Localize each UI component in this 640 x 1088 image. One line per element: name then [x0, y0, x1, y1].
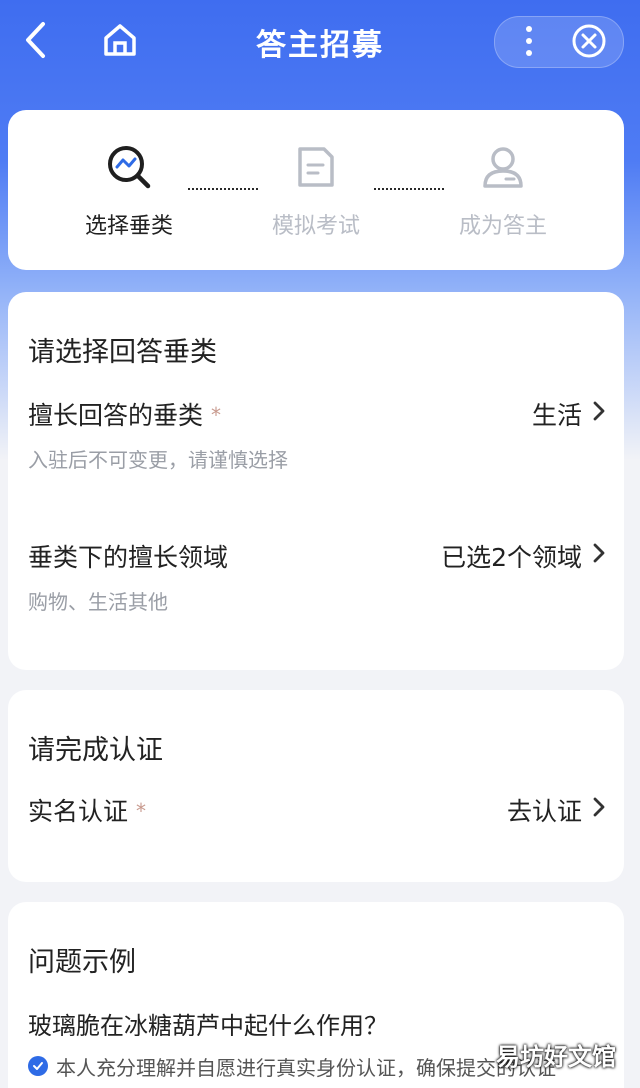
step-label: 选择垂类: [84, 214, 173, 239]
nav-bar: 答主招募: [0, 0, 640, 84]
step-select-category: 选择垂类: [29, 110, 229, 270]
required-mark: *: [211, 403, 222, 427]
close-button[interactable]: [569, 21, 609, 61]
section-title: 问题示例: [28, 947, 136, 978]
agreement-checkbox[interactable]: [28, 1056, 48, 1076]
step-mock-exam: 模拟考试: [216, 110, 416, 270]
step-become-answerer: 成为答主: [403, 110, 603, 270]
more-button[interactable]: [509, 21, 549, 61]
close-circle-icon: [572, 24, 606, 58]
step-label: 模拟考试: [271, 214, 360, 239]
chevron-right-icon: [593, 401, 605, 421]
row-value: 已选2个领域: [441, 543, 582, 572]
auth-card: 请完成认证 实名认证 * 去认证: [8, 690, 624, 882]
row-hint: 入驻后不可变更，请谨慎选择: [28, 448, 288, 472]
watermark: 易坊好文馆: [496, 1043, 616, 1071]
step-label: 成为答主: [458, 214, 547, 239]
more-vertical-icon: [526, 26, 532, 56]
document-icon: [291, 142, 341, 192]
row-label: 实名认证: [28, 797, 129, 826]
row-label: 擅长回答的垂类: [28, 401, 204, 430]
check-icon: [33, 1062, 43, 1070]
chevron-right-icon: [593, 543, 605, 563]
section-title: 请选择回答垂类: [28, 337, 217, 368]
category-card: 请选择回答垂类 擅长回答的垂类 * 生活 入驻后不可变更，请谨慎选择 垂类下的擅长…: [8, 292, 624, 670]
row-hint: 购物、生活其他: [28, 590, 168, 614]
search-chart-icon: [104, 142, 154, 192]
row-value: 去认证: [506, 797, 582, 826]
progress-steps: 选择垂类 模拟考试 成为答主: [8, 110, 624, 270]
mini-program-capsule: [494, 16, 624, 68]
row-label: 垂类下的擅长领域: [28, 543, 229, 572]
row-value: 生活: [531, 401, 582, 430]
agreement-text: 本人充分理解并自愿进行真实身份认证，确保提交的认证: [56, 1056, 556, 1080]
user-icon: [478, 142, 528, 192]
section-title: 请完成认证: [28, 735, 163, 766]
chevron-right-icon: [593, 797, 605, 817]
required-mark: *: [136, 799, 147, 823]
